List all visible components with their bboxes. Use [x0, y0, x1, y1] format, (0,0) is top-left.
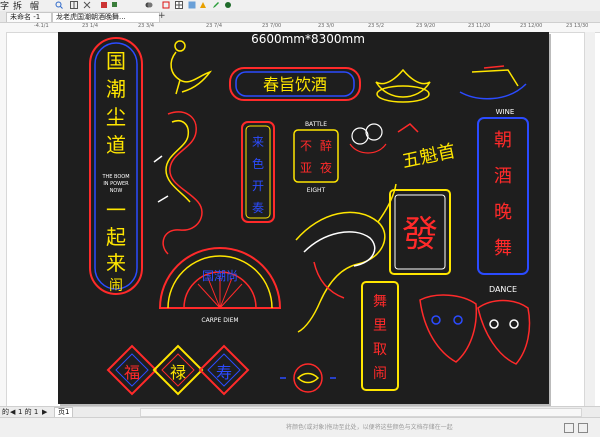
battle-sign[interactable]: BATTLE 不 醉 亚 夜 EIGHT	[293, 121, 339, 194]
design-canvas[interactable]: 6600mm*8300mm 国 潮 尘 道 THE BOOM IN POWER …	[58, 32, 549, 404]
color-drop-hint: 将颜色(或对象)拖动至此处，以便将这些颜色与文档存储在一起	[286, 424, 453, 431]
right-char-1: 酒	[494, 166, 512, 187]
left-char-6: 来	[106, 251, 126, 275]
vertical-char-1: 色	[252, 157, 264, 171]
node-icon[interactable]	[100, 1, 108, 9]
tab-untitled[interactable]: 未命名 -1	[6, 12, 52, 22]
battle-label: BATTLE	[305, 121, 327, 128]
battle-char-0: 不	[300, 139, 312, 153]
left-en-1: IN POWER	[103, 181, 129, 187]
document-tabbar: 未命名 -1 龙老虎国潮朝酒晚舞... +	[0, 11, 600, 23]
fill-color-icon[interactable]	[564, 423, 574, 433]
dragon-figure[interactable]	[153, 111, 203, 255]
arrange-icon[interactable]	[111, 1, 119, 9]
left-char-4: 一	[106, 198, 126, 222]
page-prefix: 的	[2, 408, 9, 416]
battle-char-1: 醉	[320, 138, 332, 153]
grid-icon[interactable]	[175, 1, 183, 9]
gold-ingot[interactable]	[375, 68, 431, 103]
bottom-tile-2[interactable]: 寿	[198, 344, 250, 396]
mermaid-figure[interactable]	[170, 40, 213, 95]
image-icon[interactable]	[188, 1, 196, 9]
wine-boat[interactable]: WINE	[459, 65, 527, 116]
trim-icon[interactable]	[162, 1, 170, 9]
bottom-vertical-char-1: 里	[373, 318, 387, 334]
right-char-3: 舞	[494, 238, 512, 259]
bottom-tile-1[interactable]: 禄	[152, 344, 204, 396]
fan-chars: 国潮尚	[202, 268, 238, 283]
bottom-vertical-char-0: 舞	[373, 294, 387, 310]
opera-masks[interactable]	[419, 294, 531, 365]
tab-active-document[interactable]: 龙老虎国潮朝酒晚舞...	[52, 12, 160, 22]
vertical-char-0: 来	[252, 135, 264, 149]
ruler-label: 23 1/4	[82, 23, 98, 29]
wine-label: WINE	[496, 108, 515, 116]
mirror-icon[interactable]	[83, 1, 91, 9]
page-count: 1 的 1	[18, 408, 39, 416]
side-sign[interactable]: 五魁首	[397, 123, 457, 173]
left-column-sign[interactable]: 国 潮 尘 道 THE BOOM IN POWER NOW 一 起 来 闹	[89, 37, 143, 295]
cloud-decoration[interactable]	[349, 123, 387, 154]
bottom-tile-char-0: 福	[124, 363, 140, 382]
ruler-label: 23 3/4	[138, 23, 154, 29]
ruler-label: 23 9/20	[416, 23, 436, 29]
right-column-sign[interactable]: 朝 酒 晚 舞 DANCE	[477, 117, 529, 294]
right-char-2: 晚	[494, 202, 512, 223]
vertical-ruler[interactable]	[0, 32, 7, 406]
dance-label: DANCE	[489, 285, 517, 294]
vertical-char-2: 开	[252, 179, 264, 193]
zoom-icon[interactable]	[55, 1, 63, 9]
left-char-1: 潮	[106, 77, 126, 101]
title-sign[interactable]: 春旨饮酒	[229, 67, 361, 101]
left-char-2: 尘	[106, 105, 126, 129]
carpe-diem-label: CARPE DIEM	[201, 317, 238, 324]
transform-icon[interactable]	[199, 1, 207, 9]
left-char-3: 道	[106, 133, 126, 157]
ruler-label: 23 3/0	[318, 23, 334, 29]
page-first-button[interactable]: ◀	[10, 407, 15, 417]
eight-label: EIGHT	[307, 187, 326, 194]
ruler-label: 23 12/00	[520, 23, 543, 29]
edit-icon[interactable]	[212, 1, 220, 9]
layout-icon[interactable]	[70, 1, 78, 9]
ruler-label: -4.1/1	[34, 23, 49, 29]
vertical-char-3: 奏	[252, 201, 264, 215]
status-bar: 将颜色(或对象)拖动至此处，以便将这些颜色与文档存储在一起	[0, 417, 600, 437]
ruler-label: 23 5/2	[368, 23, 384, 29]
fan-sign[interactable]: 国潮尚 CARPE DIEM	[158, 247, 282, 324]
ruler-label: 23 7/00	[262, 23, 282, 29]
right-char-0: 朝	[494, 130, 512, 151]
extra-icon[interactable]	[224, 1, 232, 9]
add-tab-button[interactable]: +	[158, 12, 166, 21]
vertical-scrollbar[interactable]	[584, 32, 595, 406]
left-en-0: THE BOOM	[101, 174, 129, 180]
lips-flower[interactable]	[280, 363, 336, 393]
left-char-0: 国	[106, 49, 126, 73]
left-char-5: 起	[106, 225, 126, 249]
left-en-2: NOW	[110, 188, 123, 194]
title-sign-text: 春旨饮酒	[263, 75, 327, 94]
weld-icon[interactable]	[145, 1, 153, 9]
outline-color-icon[interactable]	[578, 423, 588, 433]
bottom-vertical-sign[interactable]: 舞 里 取 闹	[361, 281, 399, 391]
battle-char-3: 夜	[320, 160, 332, 175]
battle-char-2: 亚	[300, 161, 312, 175]
vertical-small-sign[interactable]: 来 色 开 奏	[241, 121, 275, 223]
side-sign-text: 五魁首	[400, 141, 457, 173]
neon-artwork: 国 潮 尘 道 THE BOOM IN POWER NOW 一 起 来 闹 国潮…	[89, 37, 531, 396]
bottom-tile-0[interactable]: 福	[106, 344, 158, 396]
page-navigation-bar: 的 ◀ 1 的 1 ▶ 页1	[0, 406, 600, 418]
bottom-vertical-char-3: 闹	[373, 366, 387, 382]
bottom-tile-char-2: 寿	[216, 363, 232, 382]
left-char-7: 闹	[109, 278, 123, 294]
bottom-vertical-char-2: 取	[373, 342, 387, 358]
ruler-label: 23 13/30	[566, 23, 589, 29]
ruler-label: 23 7/4	[206, 23, 222, 29]
bottom-tile-char-1: 禄	[170, 363, 186, 382]
fa-sign[interactable]: 發	[389, 189, 451, 275]
page-next-button[interactable]: ▶	[42, 407, 47, 417]
horizontal-scrollbar[interactable]	[140, 408, 582, 417]
fa-char: 發	[402, 214, 438, 255]
ruler-label: 23 11/20	[468, 23, 491, 29]
